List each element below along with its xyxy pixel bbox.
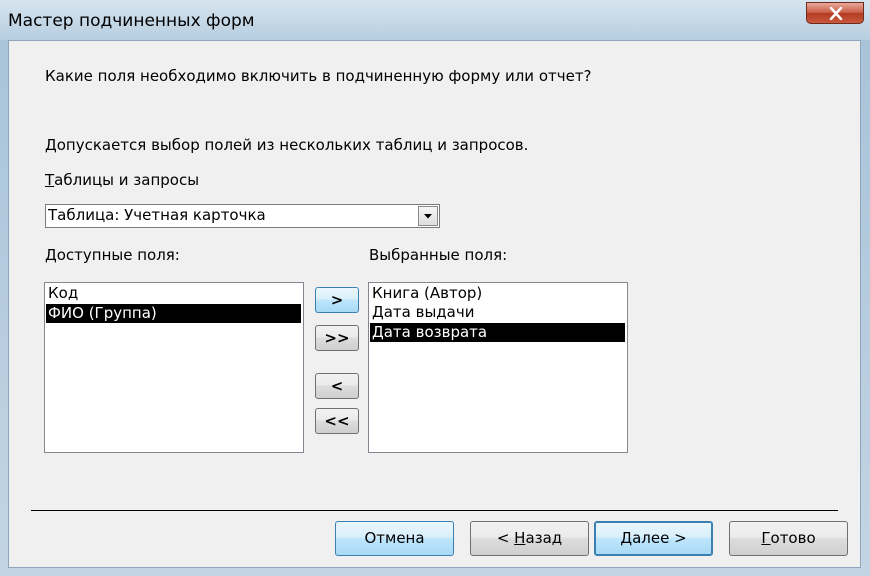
- hint-text: Допускается выбор полей из нескольких та…: [45, 136, 529, 154]
- close-button[interactable]: [806, 2, 864, 24]
- list-item[interactable]: ФИО (Группа): [46, 304, 301, 323]
- back-button-accesskey: Н: [514, 529, 526, 547]
- add-field-button[interactable]: >: [315, 287, 359, 313]
- selected-fields-listbox[interactable]: Книга (Автор) Дата выдачи Дата возврата: [368, 282, 628, 453]
- back-button-prefix: <: [496, 529, 515, 547]
- list-item[interactable]: Книга (Автор): [370, 284, 625, 303]
- tables-queries-selected-value: Таблица: Учетная карточка: [48, 206, 266, 224]
- title-bar[interactable]: Мастер подчиненных форм: [0, 0, 870, 40]
- add-all-fields-button[interactable]: >>: [315, 325, 359, 351]
- window-title: Мастер подчиненных форм: [8, 11, 255, 31]
- back-button-label: азад: [525, 529, 563, 547]
- next-button-accesskey: Д: [620, 529, 633, 547]
- footer-divider: [31, 510, 838, 511]
- available-fields-listbox[interactable]: Код ФИО (Группа): [44, 282, 304, 453]
- dialog-window: Мастер подчиненных форм Какие поля необх…: [0, 0, 870, 576]
- selected-fields-label: Выбранные поля:: [369, 246, 508, 264]
- next-button[interactable]: Далее >: [594, 521, 713, 556]
- tables-queries-label: Таблицы и запросы: [45, 171, 199, 189]
- list-item[interactable]: Дата возврата: [370, 323, 625, 342]
- back-button[interactable]: < Назад: [470, 521, 589, 556]
- tables-queries-label-text: аблицы и запросы: [54, 171, 200, 189]
- finish-button-label: отово: [770, 529, 816, 547]
- finish-button[interactable]: Готово: [729, 521, 848, 556]
- tables-queries-combobox[interactable]: Таблица: Учетная карточка: [45, 204, 440, 228]
- remove-field-button[interactable]: <: [315, 373, 359, 399]
- combobox-dropdown-button[interactable]: [418, 206, 438, 226]
- list-item[interactable]: Код: [46, 284, 301, 303]
- close-icon: [829, 7, 843, 20]
- remove-all-fields-button[interactable]: <<: [315, 408, 359, 434]
- next-button-label: алее >: [632, 529, 687, 547]
- finish-button-accesskey: Г: [761, 529, 771, 547]
- available-fields-label: Доступные поля:: [45, 246, 180, 264]
- tables-queries-label-accesskey: Т: [45, 171, 55, 189]
- chevron-down-icon: [424, 214, 432, 219]
- cancel-button[interactable]: Отмена: [335, 521, 454, 556]
- dialog-content: Какие поля необходимо включить в подчине…: [8, 40, 861, 568]
- question-text: Какие поля необходимо включить в подчине…: [45, 67, 592, 85]
- list-item[interactable]: Дата выдачи: [370, 303, 625, 322]
